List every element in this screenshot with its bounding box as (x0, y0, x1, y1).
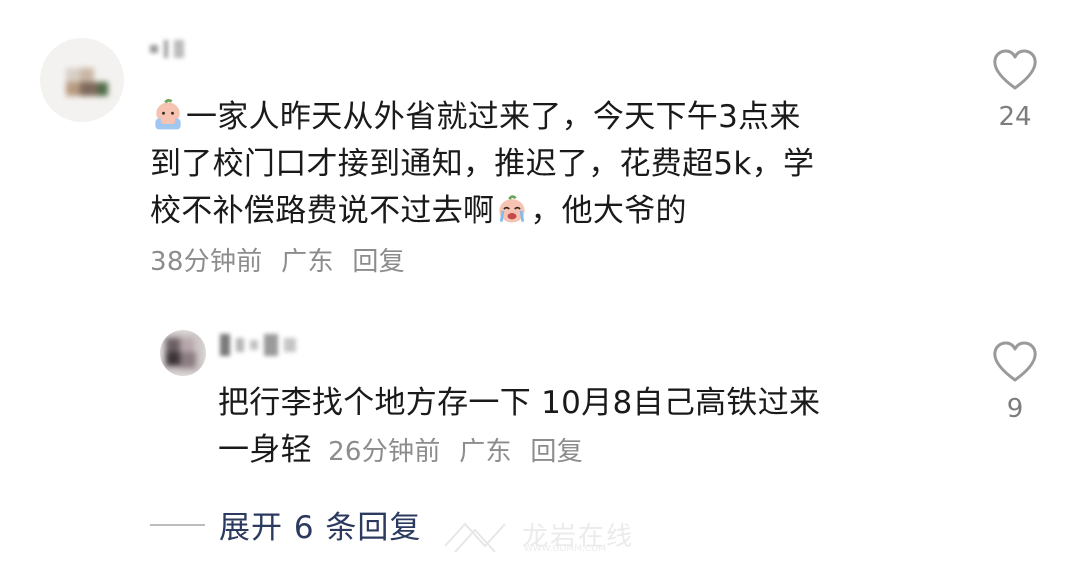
avatar-image (40, 38, 124, 122)
comment-location: 广东 (281, 247, 334, 277)
reply-avatar[interactable] (160, 330, 206, 376)
expand-replies-label: 展开 6 条回复 (219, 510, 422, 546)
reply-meta: 26分钟前 广东 回复 (328, 437, 593, 467)
reply-time: 26分钟前 (328, 437, 441, 467)
reply-like-button[interactable]: 9 (985, 340, 1045, 424)
peach-crying-emoji (499, 195, 525, 223)
peach-praying-emoji (155, 99, 181, 130)
watermark: 龙岩在线 WWW.GDMM.COM (440, 516, 650, 558)
reply-username[interactable] (220, 334, 296, 356)
reply-avatar-image (160, 330, 206, 376)
watermark-logo-icon (444, 522, 506, 553)
username[interactable] (150, 40, 184, 58)
watermark-url: WWW.GDMM.COM (524, 544, 606, 554)
reply-reply-button[interactable]: 回复 (530, 437, 583, 467)
expand-replies-button[interactable]: 展开 6 条回复 (150, 502, 421, 547)
heart-icon (993, 341, 1037, 382)
reply-location: 广东 (459, 437, 512, 467)
divider-line (150, 523, 205, 526)
comment-text: 一家人昨天从外省就过来了，今天下午3点来 到了校门口才接到通知，推迟了，花费超5… (150, 94, 950, 286)
like-count: 24 (998, 102, 1032, 132)
comment-line-2: 到了校门口才接到通知，推迟了，花费超5k，学 (150, 146, 815, 182)
reply-button[interactable]: 回复 (352, 247, 405, 277)
comment-line-1: 一家人昨天从外省就过来了，今天下午3点来 (186, 99, 801, 135)
comment-meta: 38分钟前 广东 回复 (150, 239, 950, 286)
reply-like-count: 9 (1006, 394, 1024, 424)
reply-line-2: 一身轻 (218, 432, 312, 468)
comment-time: 38分钟前 (150, 247, 263, 277)
like-button[interactable]: 24 (985, 48, 1045, 132)
reply-line-1: 把行李找个地方存一下 10月8自己高铁过来 (218, 385, 821, 421)
avatar[interactable] (40, 38, 124, 122)
heart-icon (993, 49, 1037, 90)
reply-text: 把行李找个地方存一下 10月8自己高铁过来 一身轻 26分钟前 广东 回复 (218, 380, 938, 476)
comment-line-3: 校不补偿路费说不过去啊 (150, 193, 495, 229)
comment-line-3-suffix: ，他大爷的 (530, 193, 687, 229)
